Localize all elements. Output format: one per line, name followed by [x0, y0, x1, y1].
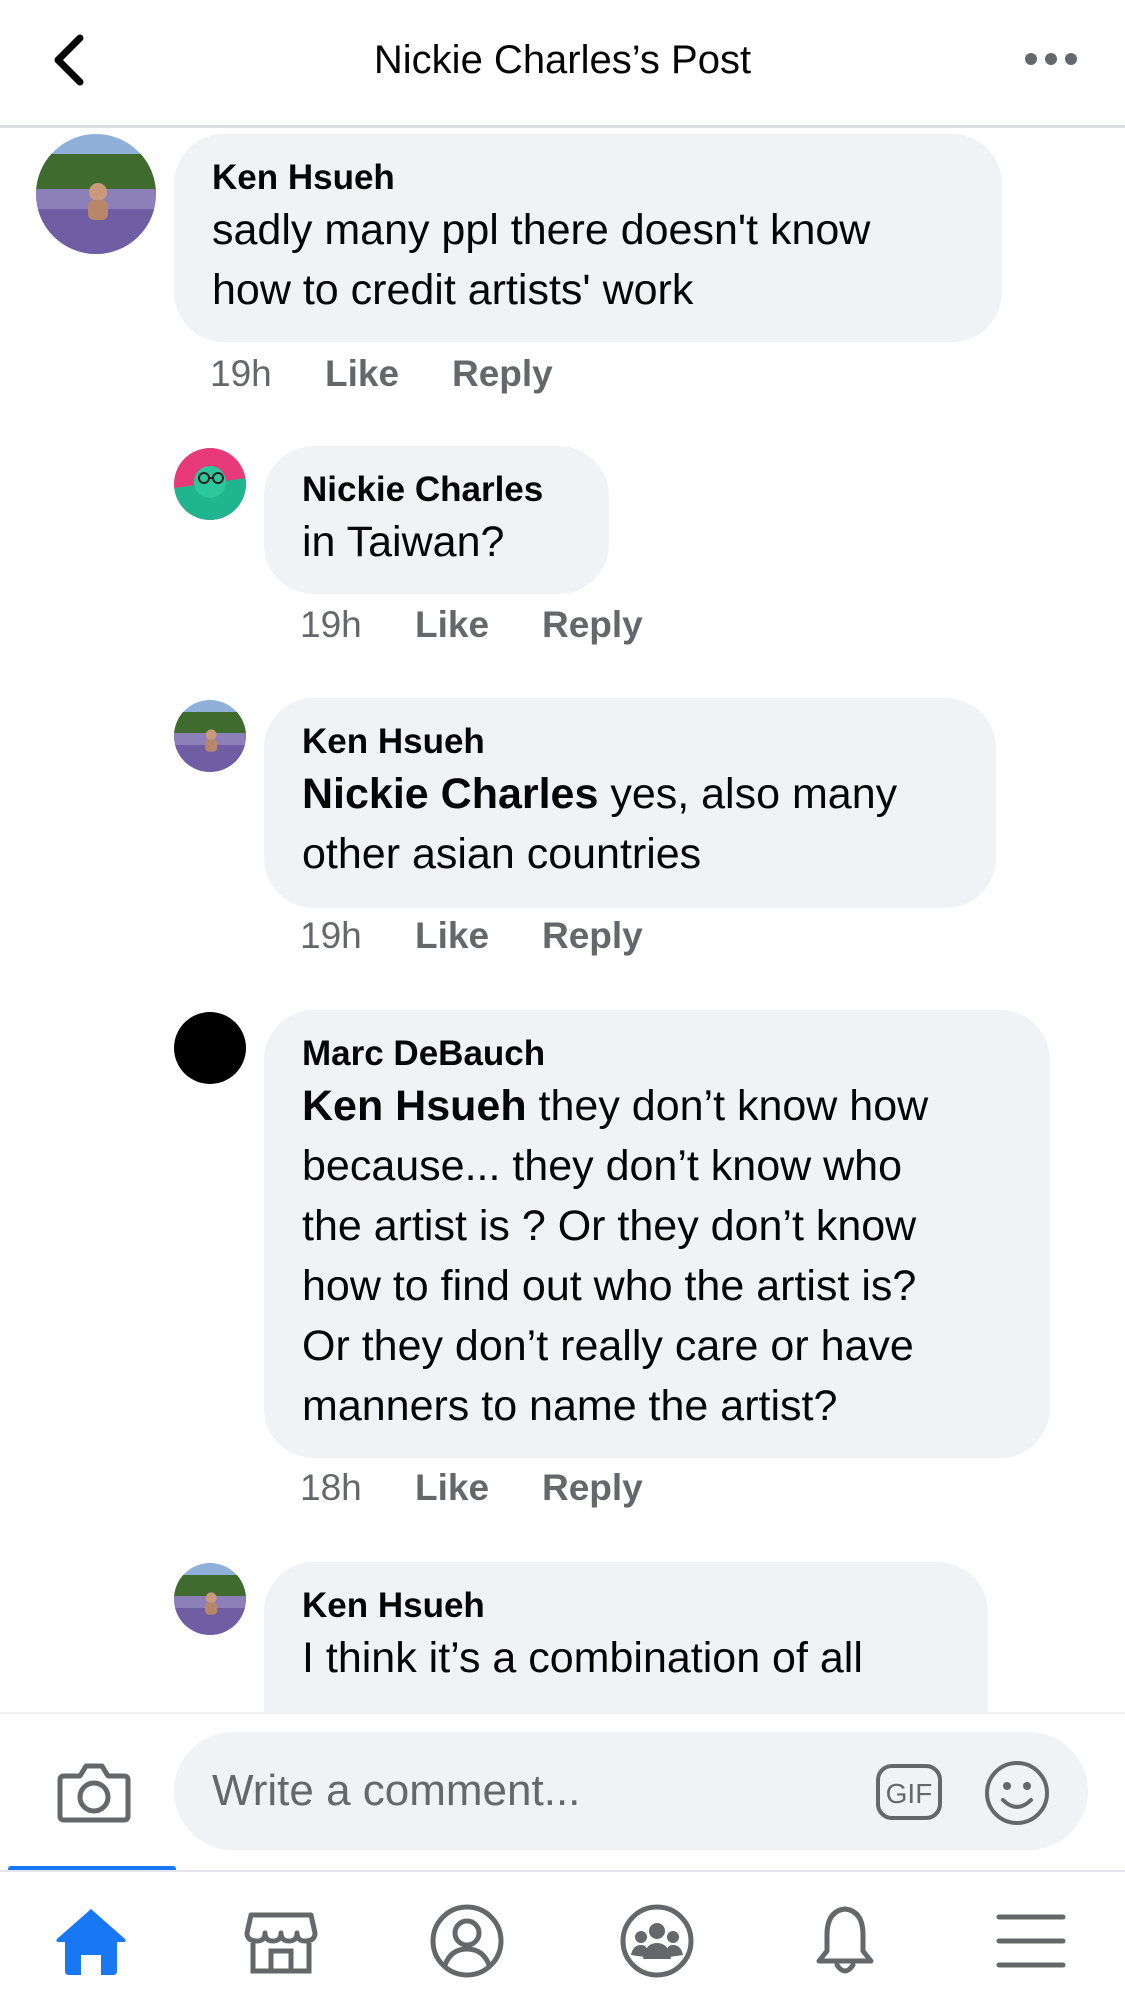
avatar[interactable] — [174, 448, 246, 520]
reply-button[interactable]: Reply — [542, 604, 643, 646]
comment-time[interactable]: 19h — [300, 604, 362, 646]
comment-text: sadly many ppl there doesn't know how to… — [212, 206, 871, 314]
like-button[interactable]: Like — [415, 1467, 489, 1509]
avatar-photo-lavender-field — [174, 1563, 246, 1635]
groups-icon — [620, 1904, 694, 1978]
mention-link[interactable]: Nickie Charles — [302, 770, 598, 818]
emoji-icon — [985, 1761, 1049, 1825]
marketplace-icon — [244, 1912, 318, 1974]
comment-text: in Taiwan? — [302, 518, 505, 566]
reply-button[interactable]: Reply — [542, 1467, 643, 1509]
tab-notifications[interactable] — [800, 1896, 890, 1986]
emoji-button[interactable] — [982, 1758, 1052, 1828]
like-button[interactable]: Like — [415, 915, 489, 957]
tab-marketplace[interactable] — [236, 1896, 326, 1986]
reply-button[interactable]: Reply — [542, 915, 643, 957]
comment-bubble: Ken Hsueh I think it’s a combination of … — [264, 1562, 988, 1722]
mention-link[interactable]: Ken Hsueh — [302, 1082, 527, 1130]
tab-home[interactable] — [46, 1896, 136, 1986]
menu-icon — [996, 1914, 1066, 1968]
tab-groups[interactable] — [612, 1896, 702, 1986]
comment-bubble: Nickie Charles in Taiwan? — [264, 446, 609, 594]
comment-actions: 19h Like Reply — [300, 604, 800, 648]
avatar-photo-lavender-field — [174, 700, 246, 772]
comment-actions: 18h Like Reply — [300, 1467, 800, 1511]
comment-bubble: Ken Hsueh Nickie Charles yes, also many … — [264, 698, 996, 908]
comment-author[interactable]: Ken Hsueh — [302, 1584, 950, 1628]
comment-input-placeholder: Write a comment... — [212, 1766, 581, 1815]
comment-time[interactable]: 19h — [300, 915, 362, 957]
profile-icon — [430, 1904, 504, 1978]
comment-text: Ken Hsueh they don’t know how because...… — [302, 1082, 929, 1430]
avatar-illustration — [174, 448, 246, 520]
like-button[interactable]: Like — [325, 353, 399, 395]
reply-button[interactable]: Reply — [452, 353, 553, 395]
like-button[interactable]: Like — [415, 604, 489, 646]
gif-label: GIF — [886, 1778, 933, 1809]
home-icon — [56, 1909, 126, 1975]
avatar[interactable] — [174, 1563, 246, 1635]
bottom-nav — [0, 1872, 1125, 2001]
notifications-icon — [816, 1906, 874, 1974]
comment-text: I think it’s a combination of all — [302, 1634, 863, 1682]
avatar-photo-lavender-field — [36, 134, 156, 254]
comment-input[interactable]: Write a comment... GIF — [174, 1732, 1088, 1850]
comment-author[interactable]: Ken Hsueh — [302, 720, 958, 764]
comment-text: Nickie Charles yes, also many other asia… — [302, 770, 898, 878]
avatar[interactable] — [174, 700, 246, 772]
avatar[interactable] — [36, 134, 156, 254]
gif-button[interactable]: GIF — [874, 1762, 944, 1822]
comment-bubble: Ken Hsueh sadly many ppl there doesn't k… — [174, 134, 1002, 342]
comment-time[interactable]: 19h — [210, 353, 272, 395]
comment-author[interactable]: Nickie Charles — [302, 468, 571, 512]
tab-menu[interactable] — [986, 1896, 1076, 1986]
gif-icon: GIF — [876, 1764, 942, 1820]
comment-composer: Write a comment... GIF — [0, 1712, 1125, 1868]
comment-time[interactable]: 18h — [300, 1467, 362, 1509]
comment-actions: 19h Like Reply — [210, 353, 710, 397]
camera-icon — [57, 1763, 131, 1823]
camera-button[interactable] — [56, 1754, 132, 1830]
top-bar: Nickie Charles’s Post — [0, 0, 1125, 128]
avatar[interactable] — [174, 1012, 246, 1084]
page-title: Nickie Charles’s Post — [373, 38, 752, 82]
more-button[interactable] — [1021, 44, 1081, 74]
comment-author[interactable]: Ken Hsueh — [212, 156, 964, 200]
tab-profile[interactable] — [422, 1896, 512, 1986]
comment-author[interactable]: Marc DeBauch — [302, 1032, 1012, 1076]
comment-bubble: Marc DeBauch Ken Hsueh they don’t know h… — [264, 1010, 1050, 1458]
more-horizontal-icon — [1025, 53, 1077, 65]
comment-actions: 19h Like Reply — [300, 915, 800, 959]
